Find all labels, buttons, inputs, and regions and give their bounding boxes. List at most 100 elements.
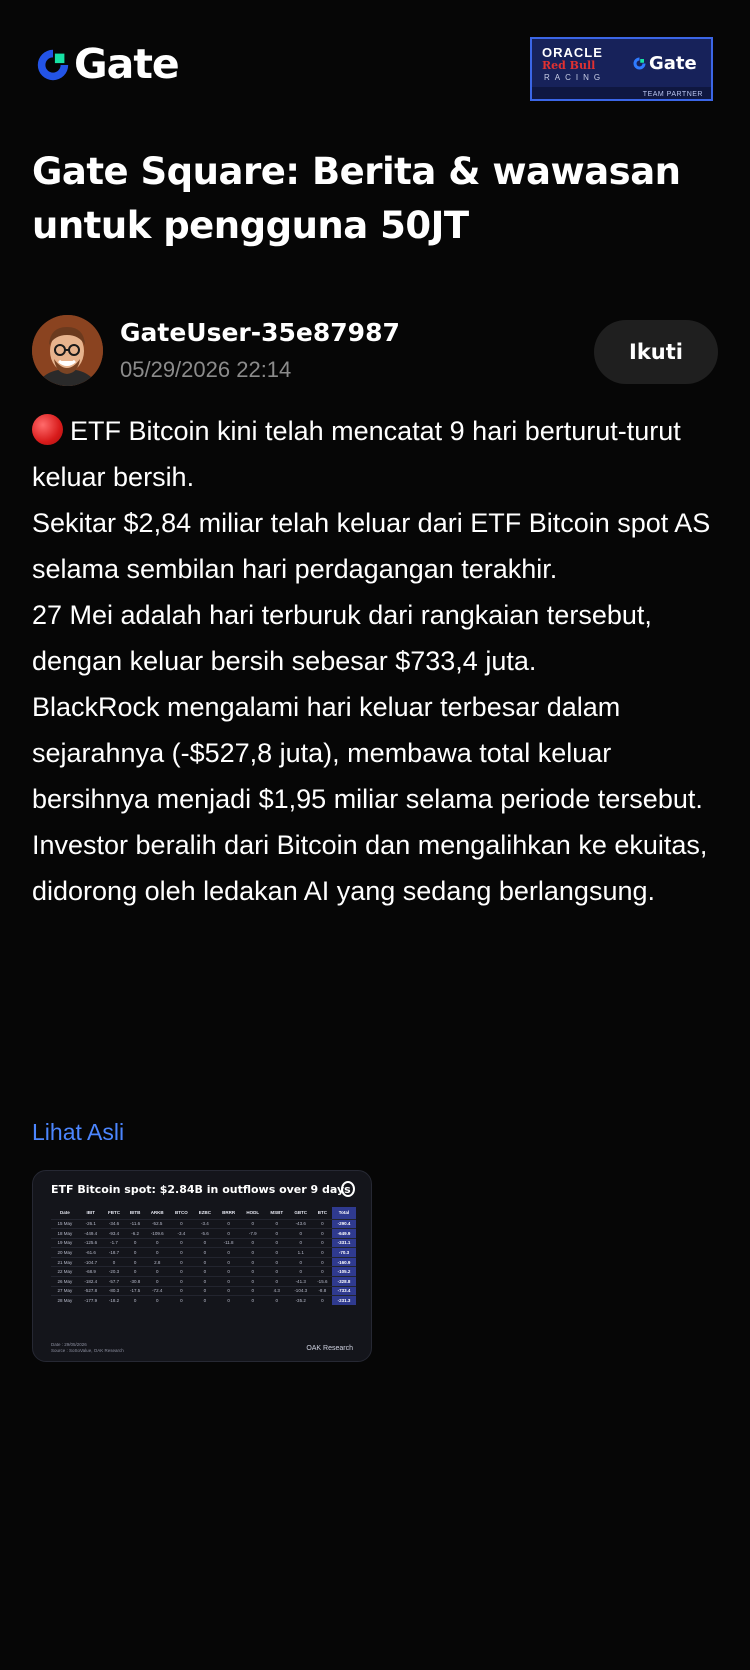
table-cell: 20 May xyxy=(51,1247,79,1258)
post-image-card[interactable]: ETF Bitcoin spot: $2.84B in outflows ove… xyxy=(32,1170,372,1362)
table-cell: 0 xyxy=(264,1237,289,1248)
oak-logo-icon xyxy=(341,1181,355,1197)
table-cell: -160.9 xyxy=(331,1256,356,1267)
table-cell: 0 xyxy=(216,1218,241,1229)
table-cell: -3.4 xyxy=(193,1218,217,1229)
table-cell: 0 xyxy=(144,1247,170,1258)
table-cell: 0 xyxy=(240,1218,265,1229)
gate-logo-text: Gate xyxy=(74,40,180,88)
table-cell: 0 xyxy=(312,1266,332,1277)
table-cell: -7.9 xyxy=(240,1228,265,1239)
etf-flows-table: Date IBIT FBTC BITB ARKB BTCO EZBC BRRR HODL MSBT… xyxy=(51,1207,356,1306)
table-cell: 0 xyxy=(288,1237,313,1248)
table-cell: 0 xyxy=(240,1256,265,1267)
table-cell: -52.5 xyxy=(144,1218,170,1229)
table-header-cell: Date xyxy=(59,1210,70,1216)
table-cell: -68.9 xyxy=(78,1266,103,1277)
follow-button[interactable]: Ikuti xyxy=(594,320,718,384)
table-header-row: Date IBIT FBTC BITB ARKB BTCO EZBC BRRR HODL MSBT… xyxy=(51,1207,356,1219)
table-cell: 0 xyxy=(193,1276,217,1287)
post-paragraph: 27 Mei adalah hari terburuk dari rangkai… xyxy=(32,600,652,676)
table-cell: 27 May xyxy=(51,1285,79,1296)
table-cell: -35.2 xyxy=(288,1295,313,1306)
table-cell: 0 xyxy=(102,1256,126,1267)
view-original-link[interactable]: Lihat Asli xyxy=(32,1119,124,1146)
table-row: 21 May -104.7 0 0 2.8 0 0 0 0 0 0 0 -160.9 xyxy=(51,1256,356,1267)
table-cell: -80.3 xyxy=(102,1285,126,1296)
post-paragraph-text: ETF Bitcoin kini telah mencatat 9 hari b… xyxy=(32,416,681,492)
table-cell: 0 xyxy=(264,1276,289,1287)
table-cell: 22 May xyxy=(51,1266,79,1277)
table-cell: -57.7 xyxy=(102,1276,126,1287)
table-row: 18 May -449.4 -93.4 -6.2 -109.6 -3.4 -5.6 0 -7.9… xyxy=(51,1228,356,1239)
table-cell: 0 xyxy=(169,1266,194,1277)
table-cell: 0 xyxy=(216,1266,241,1277)
table-cell: 0 xyxy=(169,1285,194,1296)
table-header-cell: HODL xyxy=(246,1210,260,1216)
page-title: Gate Square: Berita & wawasan untuk peng… xyxy=(32,150,681,247)
table-header-cell: MSBT xyxy=(270,1210,284,1216)
table-cell: -20.3 xyxy=(102,1266,126,1277)
team-partner-banner[interactable]: ORACLE Red Bull RACING Gate TEAM PARTNER xyxy=(530,37,713,101)
table-cell: 0 xyxy=(216,1295,241,1306)
partner-gate-text: Gate xyxy=(649,53,697,74)
post-paragraph: ETF Bitcoin kini telah mencatat 9 hari b… xyxy=(32,408,722,500)
post-paragraph: BlackRock mengalami hari keluar terbesar… xyxy=(32,692,703,814)
table-cell: 0 xyxy=(144,1295,170,1306)
table-cell: 0 xyxy=(216,1285,241,1296)
table-header-cell: BRRR xyxy=(222,1210,236,1216)
table-cell: -5.6 xyxy=(193,1228,217,1239)
table-cell: 0 xyxy=(264,1247,289,1258)
table-cell: 0 xyxy=(312,1256,332,1267)
table-cell: 0 xyxy=(288,1256,313,1267)
table-header-cell: FBTC xyxy=(107,1210,120,1216)
table-cell: -93.4 xyxy=(102,1228,126,1239)
table-body: 15 May -26.1 -34.6 -11.6 -52.5 0 -3.4 0 0 0 -43.6 0… xyxy=(51,1218,356,1306)
table-cell: 0 xyxy=(240,1247,265,1258)
table-cell: 0 xyxy=(312,1295,332,1306)
table-cell: -105.2 xyxy=(331,1266,356,1277)
table-cell: 0 xyxy=(125,1266,145,1277)
table-cell: 0 xyxy=(125,1247,145,1258)
table-cell: -15.6 xyxy=(312,1276,332,1287)
table-cell: 0 xyxy=(125,1295,145,1306)
table-cell: -11.6 xyxy=(125,1218,145,1229)
gate-logo-icon xyxy=(633,57,646,70)
gate-logo-icon xyxy=(37,49,69,80)
table-cell: 0 xyxy=(312,1237,332,1248)
table-cell: -70.3 xyxy=(331,1247,356,1258)
table-cell: 0 xyxy=(312,1228,332,1239)
table-cell: -18.2 xyxy=(102,1295,126,1306)
table-cell: 1.1 xyxy=(288,1247,313,1258)
table-cell: -231.3 xyxy=(331,1295,356,1306)
card-footer-source: Source : SoSoValue, OAK Research xyxy=(51,1348,124,1353)
post-body: ETF Bitcoin kini telah mencatat 9 hari b… xyxy=(32,408,722,914)
table-cell: 4.3 xyxy=(264,1285,289,1296)
table-cell: 19 May xyxy=(51,1237,79,1248)
author-username[interactable]: GateUser-35e87987 xyxy=(120,318,400,347)
table-cell: -3.4 xyxy=(169,1228,194,1239)
table-cell: 0 xyxy=(144,1266,170,1277)
table-cell: 0 xyxy=(264,1266,289,1277)
table-cell: -34.6 xyxy=(102,1218,126,1229)
table-header-cell: BITB xyxy=(129,1210,141,1216)
table-row: 15 May -26.1 -34.6 -11.6 -52.5 0 -3.4 0 0 0 -43.6 0… xyxy=(51,1218,356,1229)
table-cell: -17.5 xyxy=(125,1285,145,1296)
gate-logo[interactable]: Gate xyxy=(34,40,180,88)
table-cell: 2.8 xyxy=(144,1256,170,1267)
table-cell: 0 xyxy=(169,1247,194,1258)
table-cell: 21 May xyxy=(51,1256,79,1267)
table-cell: 0 xyxy=(240,1295,265,1306)
table-cell: 0 xyxy=(240,1285,265,1296)
table-cell: -41.3 xyxy=(288,1276,313,1287)
table-row: 22 May -68.9 -20.3 0 0 0 0 0 0 0 0 0 -105.2 xyxy=(51,1266,356,1277)
table-header-cell: BTC xyxy=(317,1210,327,1216)
app-header: Gate ORACLE Red Bull RACING Gate TEAM PA… xyxy=(0,0,750,140)
table-cell: 0 xyxy=(240,1237,265,1248)
avatar[interactable] xyxy=(32,315,103,386)
table-cell: 0 xyxy=(193,1237,217,1248)
table-cell: -449.4 xyxy=(78,1228,103,1239)
table-header-cell: EZBC xyxy=(198,1210,211,1216)
table-cell: 0 xyxy=(288,1228,313,1239)
table-cell: -30.8 xyxy=(125,1276,145,1287)
